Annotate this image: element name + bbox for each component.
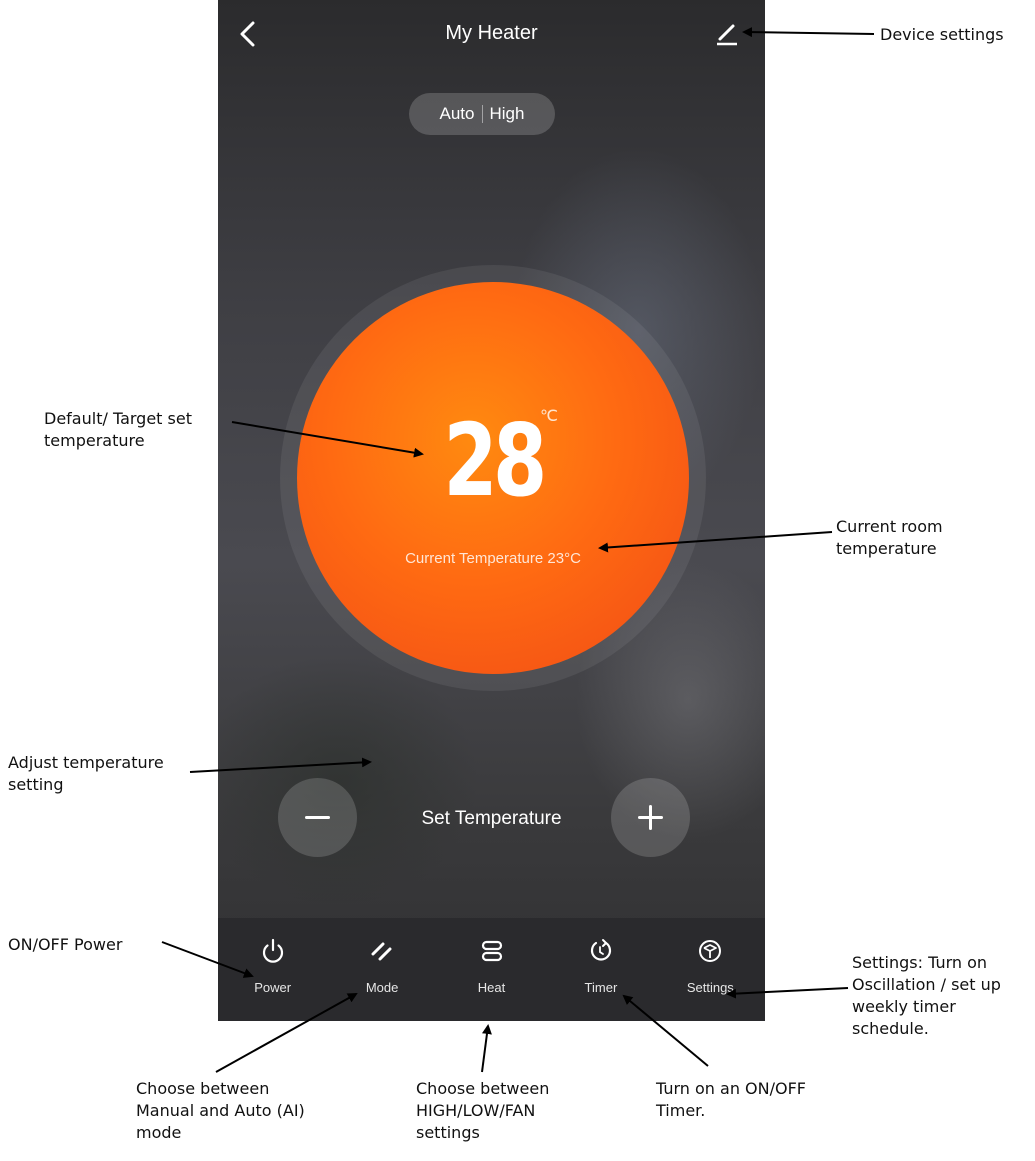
level-label: High — [489, 104, 525, 123]
annotation-adjust-temp: Adjust temperature setting — [8, 753, 164, 794]
edit-button[interactable] — [707, 16, 747, 52]
heat-icon — [477, 936, 507, 966]
increase-temperature-button[interactable] — [611, 778, 690, 857]
timer-button[interactable]: Timer — [546, 918, 655, 1021]
mode-button[interactable]: Mode — [327, 918, 436, 1021]
top-bar: My Heater — [218, 0, 765, 70]
power-label: Power — [254, 980, 292, 995]
mode-status-pill[interactable]: Auto High — [409, 93, 555, 135]
timer-label: Timer — [584, 980, 618, 995]
pencil-icon — [717, 24, 737, 46]
timer-icon — [586, 936, 616, 966]
current-temperature: Current Temperature 23°C — [405, 550, 581, 567]
mode-label: Auto — [439, 104, 475, 123]
settings-icon — [695, 936, 725, 966]
power-button[interactable]: Power — [218, 918, 327, 1021]
settings-button[interactable]: Settings — [656, 918, 765, 1021]
arrow-heat — [481, 1024, 492, 1073]
app-screen: My Heater Auto High 28 ℃ Current Tempera… — [218, 0, 765, 1021]
annotation-heat: Choose between HIGH/LOW/FAN settings — [416, 1079, 550, 1142]
annotation-mode: Choose between Manual and Auto (AI) mode — [136, 1079, 305, 1142]
temperature-dial[interactable]: 28 ℃ Current Temperature 23°C — [297, 282, 689, 674]
mode-label: Mode — [365, 980, 399, 995]
target-temperature: 28 — [443, 402, 547, 519]
annotation-settings: Settings: Turn on Oscillation / set up w… — [852, 953, 1001, 1038]
power-icon — [258, 936, 288, 966]
heat-label: Heat — [477, 980, 506, 995]
page-title: My Heater — [445, 22, 538, 44]
temperature-unit: ℃ — [540, 408, 558, 425]
heat-button[interactable]: Heat — [437, 918, 546, 1021]
pill-divider — [481, 105, 483, 123]
annotation-target-temp: Default/ Target set temperature — [44, 409, 192, 450]
annotation-power: ON/OFF Power — [8, 935, 123, 954]
settings-label: Settings — [686, 980, 734, 995]
mode-icon — [367, 936, 397, 966]
annotation-current-room-temp: Current room temperature — [836, 517, 943, 558]
annotation-device-settings: Device settings — [880, 25, 1004, 44]
annotation-timer: Turn on an ON/OFF Timer. — [656, 1079, 807, 1120]
bottom-toolbar: Power Mode Heat Timer Settings — [218, 918, 765, 1021]
